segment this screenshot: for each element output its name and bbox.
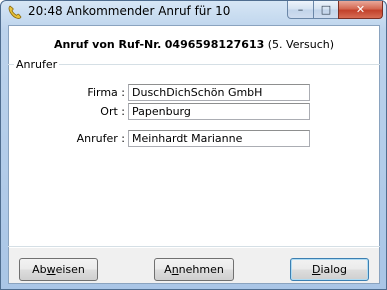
ort-label: Ort : bbox=[100, 105, 125, 118]
caller-number: 0496598127613 bbox=[164, 38, 265, 51]
close-button[interactable]: ✕ bbox=[338, 1, 383, 19]
incoming-call-window: 20:48 Ankommender Anruf für 10 – □ ✕ Anr… bbox=[0, 0, 387, 290]
accept-mnemonic: n bbox=[171, 263, 179, 276]
dialog-client-area: Anruf von Ruf-Nr. 0496598127613 (5. Vers… bbox=[8, 25, 380, 284]
reject-label-b: eisen bbox=[55, 263, 85, 276]
dialog-label-b: ialog bbox=[320, 263, 348, 276]
ort-field[interactable]: Papenburg bbox=[128, 103, 310, 120]
anrufer-label: Anrufer : bbox=[76, 132, 125, 145]
caller-info: Anruf von Ruf-Nr. 0496598127613 (5. Vers… bbox=[9, 38, 379, 51]
caller-group: Anrufer Firma : DuschDichSchön GmbH Ort … bbox=[8, 58, 380, 247]
close-icon: ✕ bbox=[355, 3, 366, 16]
anrufer-field[interactable]: Meinhardt Marianne bbox=[128, 130, 310, 147]
firma-label: Firma : bbox=[87, 86, 125, 99]
call-attempt: (5. Versuch) bbox=[267, 38, 335, 51]
firma-field[interactable]: DuschDichSchön GmbH bbox=[128, 84, 310, 101]
button-bar: Abweisen Annehmen Dialog bbox=[9, 248, 379, 283]
reject-button[interactable]: Abweisen bbox=[19, 258, 98, 281]
phone-icon bbox=[8, 5, 22, 19]
window-title: 20:48 Ankommender Anruf für 10 bbox=[28, 4, 231, 18]
reject-mnemonic: w bbox=[46, 263, 56, 276]
caller-prefix: Anruf von Ruf-Nr. bbox=[53, 38, 162, 51]
group-title: Anrufer bbox=[14, 58, 60, 71]
maximize-button[interactable]: □ bbox=[313, 1, 339, 19]
reject-label-a: Ab bbox=[32, 263, 47, 276]
accept-label-a: A bbox=[164, 263, 172, 276]
accept-label-b: nehmen bbox=[178, 263, 224, 276]
minimize-icon: – bbox=[297, 3, 304, 16]
dialog-button[interactable]: Dialog bbox=[290, 258, 369, 281]
minimize-button[interactable]: – bbox=[287, 1, 314, 19]
title-bar[interactable]: 20:48 Ankommender Anruf für 10 – □ ✕ bbox=[1, 1, 386, 25]
accept-button[interactable]: Annehmen bbox=[154, 258, 234, 281]
maximize-icon: □ bbox=[320, 3, 332, 16]
